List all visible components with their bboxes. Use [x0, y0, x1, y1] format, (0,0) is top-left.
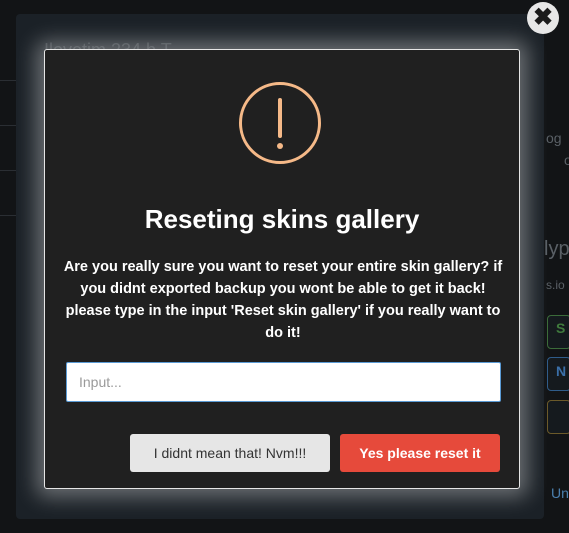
dialog-title: Reseting skins gallery [144, 204, 420, 234]
bg-divider [0, 170, 16, 171]
background-button [547, 400, 569, 434]
dialog-message: Are you really sure you want to reset yo… [63, 259, 503, 341]
background-fragment: lyp [544, 238, 569, 260]
background-fragment: s.io [546, 278, 565, 292]
bg-divider [0, 80, 16, 81]
confirm-text-input[interactable] [66, 362, 501, 402]
background-fragment: og [546, 130, 562, 146]
close-icon[interactable]: ✖ [527, 2, 559, 34]
cancel-button[interactable]: I didnt mean that! Nvm!!! [130, 434, 330, 472]
bg-divider [0, 215, 16, 216]
background-fragment: Un [551, 485, 569, 501]
bg-divider [0, 125, 16, 126]
background-fragment: S [556, 320, 566, 336]
background-fragment: o [564, 152, 569, 168]
exclamation-circle-icon [239, 82, 321, 164]
confirm-reset-button[interactable]: Yes please reset it [340, 434, 500, 472]
background-fragment: N [556, 363, 567, 379]
reset-dialog: Reseting skins gallery Are you really su… [44, 49, 520, 489]
